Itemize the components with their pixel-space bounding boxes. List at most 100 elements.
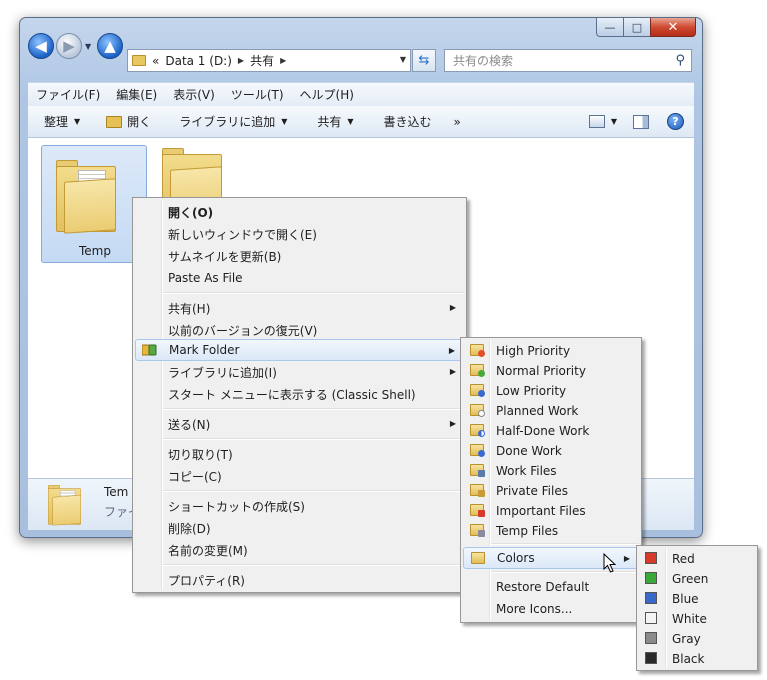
caret-down-icon[interactable]: ▼ <box>611 117 617 126</box>
menu-label: 切り取り(T) <box>168 447 233 462</box>
minimize-button[interactable]: — <box>596 18 623 37</box>
burn-button[interactable]: 書き込む <box>384 113 432 130</box>
menu-item-done-work[interactable]: Done Work <box>463 440 639 462</box>
submenu-arrow-icon: ▶ <box>448 346 455 355</box>
menu-help[interactable]: ヘルプ(H) <box>300 86 354 103</box>
forward-button[interactable]: ▶ <box>56 33 82 59</box>
mark-folder-submenu: High Priority Normal Priority Low Priori… <box>460 337 642 623</box>
menu-item-mark-folder[interactable]: Mark Folder ▶ <box>135 339 464 361</box>
command-bar: 整理 ▼ 開く ライブラリに追加 ▼ 共有 ▼ 書き込む » ▼ ? <box>28 106 694 138</box>
menu-item-black[interactable]: Black <box>639 648 755 670</box>
menu-item-paste-as-file[interactable]: Paste As File <box>135 267 464 289</box>
open-button[interactable]: 開く <box>106 113 151 130</box>
menu-label: Private Files <box>496 484 568 498</box>
arrow-left-icon: ◀ <box>35 37 47 55</box>
add-to-library-button[interactable]: ライブラリに追加 ▼ <box>179 113 287 130</box>
menu-item-blue[interactable]: Blue <box>639 588 755 610</box>
menu-label: Restore Default <box>496 580 590 594</box>
toolbar-overflow-button[interactable]: » <box>454 115 461 129</box>
menu-label: 削除(D) <box>168 521 211 536</box>
up-button[interactable]: ▲ <box>97 33 123 59</box>
menu-item-restore-previous[interactable]: 以前のバージョンの復元(V) <box>135 319 464 341</box>
menu-item-temp-files[interactable]: Temp Files <box>463 520 639 542</box>
menu-item-send-to[interactable]: 送る(N) ▶ <box>135 413 464 435</box>
menu-item-half-done-work[interactable]: Half-Done Work <box>463 420 639 442</box>
menu-item-green[interactable]: Green <box>639 568 755 590</box>
menu-item-low-priority[interactable]: Low Priority <box>463 380 639 402</box>
refresh-button[interactable]: ⇆ <box>412 49 436 72</box>
menu-item-properties[interactable]: プロパティ(R) <box>135 569 464 591</box>
menu-view[interactable]: 表示(V) <box>173 86 215 103</box>
menu-label: スタート メニューに表示する (Classic Shell) <box>168 387 416 402</box>
recent-pages-dropdown[interactable]: ▼ <box>85 42 91 51</box>
submenu-arrow-icon: ▶ <box>623 554 630 563</box>
organize-label: 整理 <box>44 115 69 129</box>
share-button[interactable]: 共有 ▼ <box>317 113 353 130</box>
blue-swatch-icon <box>645 592 657 604</box>
submenu-arrow-icon: ▶ <box>449 419 456 428</box>
menu-tools[interactable]: ツール(T) <box>231 86 284 103</box>
menu-item-create-shortcut[interactable]: ショートカットの作成(S) <box>135 495 464 517</box>
address-dropdown-icon[interactable]: ▼ <box>400 55 406 64</box>
menu-item-private-files[interactable]: Private Files <box>463 480 639 502</box>
preview-pane-icon[interactable] <box>633 114 649 129</box>
menu-item-rename[interactable]: 名前の変更(M) <box>135 539 464 561</box>
menu-item-share[interactable]: 共有(H) ▶ <box>135 297 464 319</box>
menu-item-delete[interactable]: 削除(D) <box>135 517 464 539</box>
breadcrumb-drive[interactable]: Data 1 (D:) <box>165 54 232 68</box>
menu-item-gray[interactable]: Gray <box>639 628 755 650</box>
menu-item-cut[interactable]: 切り取り(T) <box>135 443 464 465</box>
menu-label: Half-Done Work <box>496 424 590 438</box>
red-swatch-icon <box>645 552 657 564</box>
menu-edit[interactable]: 編集(E) <box>116 86 157 103</box>
arrow-up-icon: ▲ <box>104 37 116 55</box>
menu-item-show-in-start-menu[interactable]: スタート メニューに表示する (Classic Shell) <box>135 383 464 405</box>
caret-down-icon: ▼ <box>347 117 354 126</box>
folder-normal-priority-icon <box>470 364 485 377</box>
menu-label: Low Priority <box>496 384 567 398</box>
colors-submenu: Red Green Blue White Gray Black <box>636 545 758 671</box>
menu-item-red[interactable]: Red <box>639 548 755 570</box>
menu-label: Gray <box>672 632 701 646</box>
menu-item-normal-priority[interactable]: Normal Priority <box>463 360 639 382</box>
menu-item-white[interactable]: White <box>639 608 755 630</box>
black-swatch-icon <box>645 652 657 664</box>
close-button[interactable]: ✕ <box>650 18 696 37</box>
breadcrumb-arrow-icon[interactable]: ▶ <box>280 56 286 65</box>
folder-half-done-work-icon <box>470 424 485 437</box>
back-button[interactable]: ◀ <box>28 33 54 59</box>
menu-item-high-priority[interactable]: High Priority <box>463 340 639 362</box>
address-bar[interactable]: « Data 1 (D:) ▶ 共有 ▶ ▼ <box>127 49 411 72</box>
maximize-button[interactable]: □ <box>623 18 650 37</box>
help-icon[interactable]: ? <box>667 113 684 130</box>
breadcrumb-share[interactable]: 共有 <box>250 52 274 69</box>
share-label: 共有 <box>317 115 342 129</box>
menu-item-open[interactable]: 開く(O) <box>135 201 464 223</box>
menu-item-add-to-library[interactable]: ライブラリに追加(I) ▶ <box>135 361 464 383</box>
context-menu: 開く(O) 新しいウィンドウで開く(E) サムネイルを更新(B) Paste A… <box>132 197 467 593</box>
caret-down-icon: ▼ <box>74 117 81 126</box>
menu-item-restore-default[interactable]: Restore Default <box>463 576 639 598</box>
menu-item-planned-work[interactable]: Planned Work <box>463 400 639 422</box>
folder-icon <box>56 160 116 234</box>
organize-button[interactable]: 整理 ▼ <box>44 113 80 130</box>
menu-item-copy[interactable]: コピー(C) <box>135 465 464 487</box>
mark-folder-icon <box>142 344 157 356</box>
breadcrumb-arrow-icon[interactable]: ▶ <box>238 56 244 65</box>
menu-item-update-thumbnail[interactable]: サムネイルを更新(B) <box>135 245 464 267</box>
menu-item-more-icons[interactable]: More Icons... <box>463 598 639 620</box>
menu-file[interactable]: ファイル(F) <box>36 86 100 103</box>
search-icon[interactable]: ⚲ <box>675 53 685 68</box>
search-input[interactable]: 共有の検索 ⚲ <box>444 49 692 72</box>
toolbar-right: ▼ ? <box>588 113 684 130</box>
menu-label: 名前の変更(M) <box>168 543 248 558</box>
breadcrumb-overflow[interactable]: « <box>152 54 159 68</box>
burn-label: 書き込む <box>383 115 432 129</box>
submenu-arrow-icon: ▶ <box>449 303 456 312</box>
menu-bar: ファイル(F) 編集(E) 表示(V) ツール(T) ヘルプ(H) <box>28 82 694 106</box>
view-options-icon[interactable] <box>588 115 605 128</box>
menu-item-open-new-window[interactable]: 新しいウィンドウで開く(E) <box>135 223 464 245</box>
menu-item-important-files[interactable]: Important Files <box>463 500 639 522</box>
menu-item-work-files[interactable]: Work Files <box>463 460 639 482</box>
folder-open-icon <box>106 115 123 128</box>
